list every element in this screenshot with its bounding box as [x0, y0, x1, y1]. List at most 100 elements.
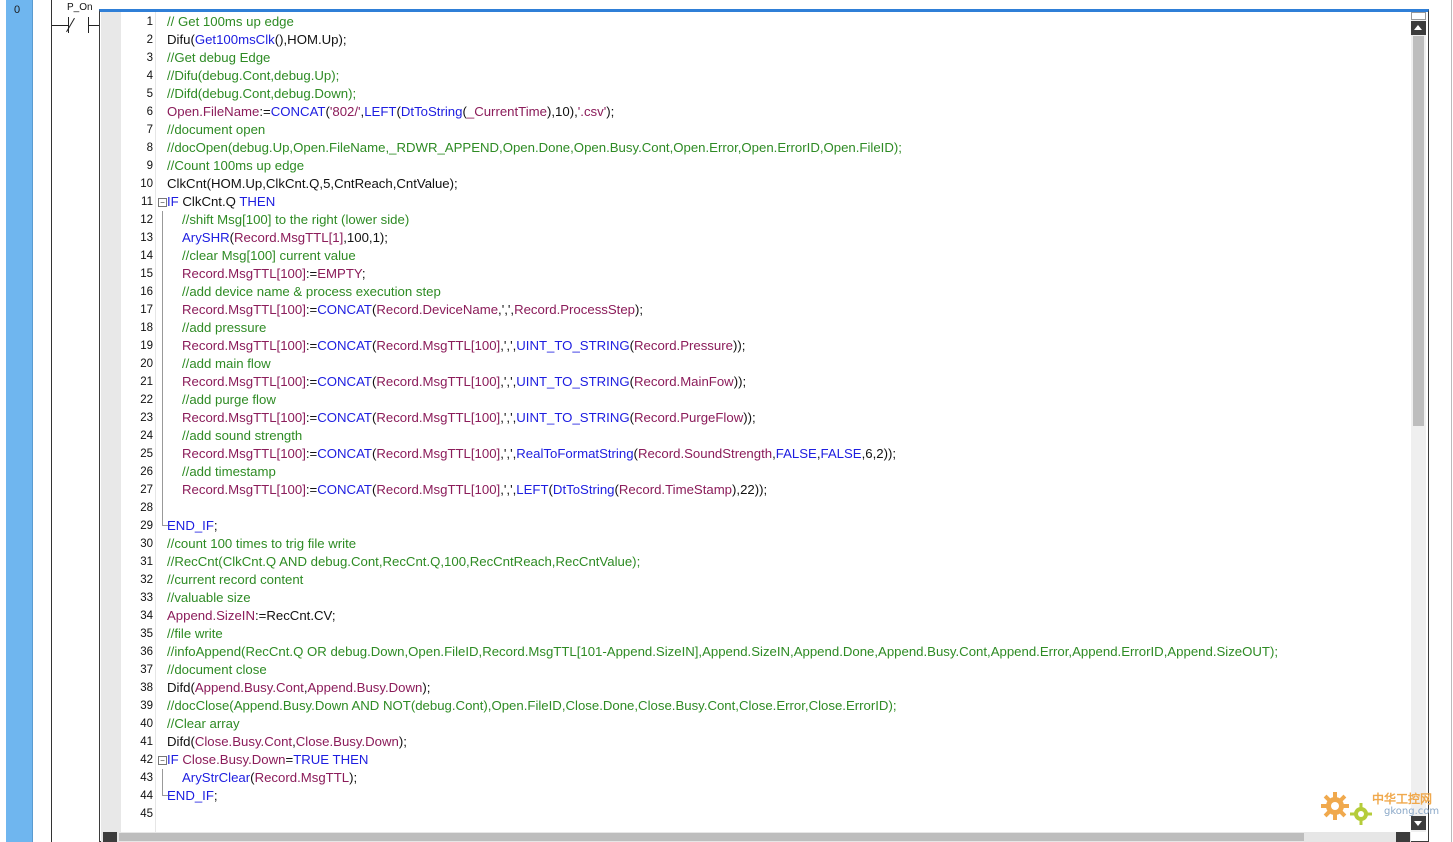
scroll-right-arrow-icon[interactable]: [1396, 832, 1410, 842]
code-token: CONCAT: [270, 104, 326, 119]
fold-guide: [162, 499, 163, 517]
fold-guide: [162, 211, 163, 229]
code-line[interactable]: 16 //add device name & process execution …: [121, 283, 1411, 301]
right-power-rail: [1451, 0, 1452, 842]
code-token: '802/': [329, 104, 361, 119]
code-line[interactable]: 10 ClkCnt(HOM.Up,ClkCnt.Q,5,CntReach,CntV…: [121, 175, 1411, 193]
code-line[interactable]: 36 //infoAppend(RecCnt.Q OR debug.Down,Op…: [121, 643, 1411, 661]
code-line[interactable]: 22 //add purge flow: [121, 391, 1411, 409]
code-line[interactable]: 23 Record.MsgTTL[100]:=CONCAT(Record.MsgT…: [121, 409, 1411, 427]
code-token: ,',',: [500, 446, 517, 461]
code-line[interactable]: 34 Append.SizeIN:=RecCnt.CV;: [121, 607, 1411, 625]
code-token: );: [422, 680, 431, 695]
vertical-scrollbar-thumb[interactable]: [1413, 36, 1424, 426]
code-line[interactable]: 4 //Difu(debug.Cont,debug.Up);: [121, 67, 1411, 85]
contact-variable-label[interactable]: P_On: [67, 2, 93, 13]
code-line[interactable]: 43 AryStrClear(Record.MsgTTL);: [121, 769, 1411, 787]
code-line[interactable]: 38 Difd(Append.Busy.Cont,Append.Busy.Down…: [121, 679, 1411, 697]
code-line[interactable]: 29 END_IF;: [121, 517, 1411, 535]
code-line[interactable]: 40 //Clear array: [121, 715, 1411, 733]
line-number: 27: [140, 484, 153, 496]
code-token: Record.MsgTTL[100]: [376, 446, 501, 461]
code-line[interactable]: 8 //docOpen(debug.Up,Open.FileName,_RDWR_…: [121, 139, 1411, 157]
code-text: ClkCnt(HOM.Up,ClkCnt.Q,5,CntReach,CntVal…: [167, 175, 458, 193]
code-token: CONCAT: [317, 374, 372, 389]
code-line[interactable]: 11− IF ClkCnt.Q THEN: [121, 193, 1411, 211]
code-line[interactable]: 3 //Get debug Edge: [121, 49, 1411, 67]
code-token: //Count 100ms up edge: [167, 158, 305, 173]
code-line[interactable]: 7 //document open: [121, 121, 1411, 139]
code-text: //Count 100ms up edge: [167, 157, 304, 175]
code-line[interactable]: 13 ArySHR(Record.MsgTTL[1],100,1);: [121, 229, 1411, 247]
line-number: 7: [146, 124, 153, 136]
code-line[interactable]: 2 Difu(Get100msClk(),HOM.Up);: [121, 31, 1411, 49]
code-token: //Clear array: [167, 716, 240, 731]
code-line[interactable]: 15 Record.MsgTTL[100]:=EMPTY;: [121, 265, 1411, 283]
code-token: ));: [743, 410, 756, 425]
code-token: :=: [305, 446, 318, 461]
rung-selection-bar[interactable]: [6, 0, 33, 842]
fold-toggle-icon[interactable]: −: [158, 198, 167, 207]
code-token: CONCAT: [317, 302, 372, 317]
code-line[interactable]: 27 Record.MsgTTL[100]:=CONCAT(Record.MsgT…: [121, 481, 1411, 499]
code-token: Record.MsgTTL[100]: [376, 374, 501, 389]
code-line[interactable]: 39 //docClose(Append.Busy.Down AND NOT(de…: [121, 697, 1411, 715]
code-line[interactable]: 26 //add timestamp: [121, 463, 1411, 481]
code-line[interactable]: 41 Difd(Close.Busy.Cont,Close.Busy.Down);: [121, 733, 1411, 751]
code-line[interactable]: 6 Open.FileName:=CONCAT('802/',LEFT(DtToS…: [121, 103, 1411, 121]
code-line[interactable]: 45: [121, 805, 1411, 823]
code-token: (),HOM.Up);: [274, 32, 347, 47]
code-line[interactable]: 5 //Difd(debug.Cont,debug.Down);: [121, 85, 1411, 103]
code-line[interactable]: 14 //clear Msg[100] current value: [121, 247, 1411, 265]
fold-toggle-icon[interactable]: −: [158, 756, 167, 765]
line-number: 31: [140, 556, 153, 568]
line-number: 26: [140, 466, 153, 478]
line-number: 45: [140, 808, 153, 820]
code-token: Close.Busy.Down: [182, 752, 286, 767]
code-token: :=: [305, 266, 318, 281]
code-line[interactable]: 30 //count 100 times to trig file write: [121, 535, 1411, 553]
horizontal-scrollbar-thumb[interactable]: [119, 833, 1304, 841]
code-line[interactable]: 9 //Count 100ms up edge: [121, 157, 1411, 175]
code-line[interactable]: 18 //add pressure: [121, 319, 1411, 337]
code-token: ,',',: [500, 410, 517, 425]
code-text: //docClose(Append.Busy.Down AND NOT(debu…: [167, 697, 897, 715]
code-line[interactable]: 28: [121, 499, 1411, 517]
fold-guide: [162, 301, 163, 319]
code-token: LEFT: [364, 104, 397, 119]
code-token: );: [606, 104, 615, 119]
scroll-left-arrow-icon[interactable]: [103, 832, 117, 842]
code-line[interactable]: 21 Record.MsgTTL[100]:=CONCAT(Record.MsgT…: [121, 373, 1411, 391]
code-line[interactable]: 25 Record.MsgTTL[100]:=CONCAT(Record.MsgT…: [121, 445, 1411, 463]
code-token: :=: [305, 374, 318, 389]
code-token: //shift Msg[100] to the right (lower sid…: [182, 212, 410, 227]
code-line[interactable]: 37 //document close: [121, 661, 1411, 679]
line-number: 11: [141, 196, 153, 208]
code-token: Record.SoundStrength: [637, 446, 773, 461]
line-number: 32: [140, 574, 153, 586]
code-text: //clear Msg[100] current value: [182, 247, 356, 265]
code-line[interactable]: 33 //valuable size: [121, 589, 1411, 607]
code-line[interactable]: 12 //shift Msg[100] to the right (lower s…: [121, 211, 1411, 229]
code-token: ),10),: [546, 104, 578, 119]
code-line[interactable]: 20 //add main flow: [121, 355, 1411, 373]
code-token: );: [635, 302, 644, 317]
code-token: TRUE THEN: [293, 752, 369, 767]
code-token: LEFT: [516, 482, 549, 497]
code-line[interactable]: 44 END_IF;: [121, 787, 1411, 805]
code-line[interactable]: 19 Record.MsgTTL[100]:=CONCAT(Record.MsgT…: [121, 337, 1411, 355]
code-line[interactable]: 31 //RecCnt(ClkCnt.Q AND debug.Cont,RecCn…: [121, 553, 1411, 571]
line-number: 30: [140, 538, 153, 550]
code-line[interactable]: 42− IF Close.Busy.Down=TRUE THEN: [121, 751, 1411, 769]
code-line[interactable]: 24 //add sound strength: [121, 427, 1411, 445]
code-token: AryStrClear: [182, 770, 251, 785]
fold-guide: [162, 283, 163, 301]
code-line[interactable]: 17 Record.MsgTTL[100]:=CONCAT(Record.Devi…: [121, 301, 1411, 319]
code-line[interactable]: 32 //current record content: [121, 571, 1411, 589]
fold-guide: [162, 337, 163, 355]
code-line[interactable]: 35 //file write: [121, 625, 1411, 643]
code-editor[interactable]: 1 // Get 100ms up edge 2 Difu(Get100msClk()…: [121, 13, 1411, 823]
line-number: 34: [140, 610, 153, 622]
scroll-up-arrow-icon[interactable]: [1411, 21, 1426, 35]
code-line[interactable]: 1 // Get 100ms up edge: [121, 13, 1411, 31]
